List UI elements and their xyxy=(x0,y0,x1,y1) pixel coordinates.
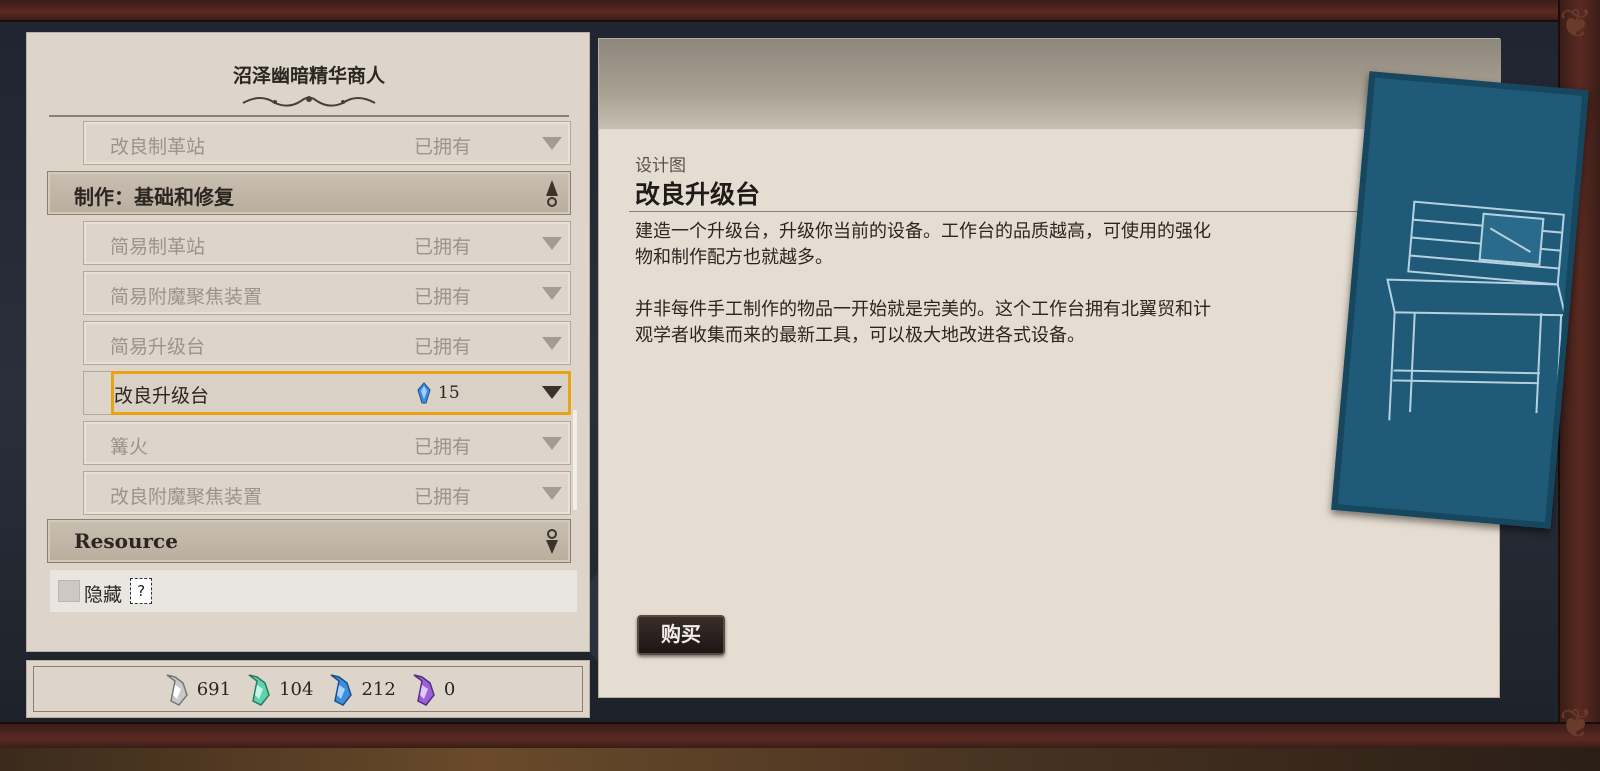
currency-item: 0 xyxy=(408,671,455,707)
owned-status: 已拥有 xyxy=(414,336,472,358)
frame-corner-ornament: ❦ xyxy=(1559,701,1593,747)
blueprint-illustration xyxy=(1331,71,1589,529)
currency-value: 691 xyxy=(196,678,232,700)
item-name: 简易升级台 xyxy=(110,336,206,358)
frame-top xyxy=(0,0,1600,22)
owned-status: 已拥有 xyxy=(414,236,472,258)
blueprint-list: 改良制革站 已拥有 制作：基础和修复 简易制革站 已拥有 简易附魔聚焦装置 已拥… xyxy=(47,121,575,565)
owned-status: 已拥有 xyxy=(414,286,472,308)
list-item[interactable]: 篝火 已拥有 xyxy=(83,421,571,465)
owned-status: 已拥有 xyxy=(414,436,472,458)
game-scene-strip xyxy=(0,748,1600,771)
owned-status: 已拥有 xyxy=(414,136,472,158)
expand-arrow-icon[interactable] xyxy=(542,337,562,350)
item-name: 篝火 xyxy=(110,436,149,458)
currency-item: 691 xyxy=(161,671,231,707)
item-name: 改良升级台 xyxy=(114,385,210,407)
frame-bottom xyxy=(0,722,1600,748)
item-name: 简易制革站 xyxy=(110,236,206,258)
currency-value: 104 xyxy=(279,678,314,700)
hide-owned-row: 隐藏 ? xyxy=(50,570,577,612)
merchant-title: 沼泽幽暗精华商人 xyxy=(232,65,385,87)
buy-button[interactable]: 购买 xyxy=(637,615,725,655)
currency-value: 212 xyxy=(361,678,396,700)
blue-essence-icon xyxy=(331,674,353,706)
item-name: 改良制革站 xyxy=(110,136,206,158)
item-name: 简易附魔聚焦装置 xyxy=(110,286,263,308)
category-resource[interactable]: Resource xyxy=(47,519,571,563)
owned-status: 已拥有 xyxy=(414,486,472,508)
expand-arrow-icon[interactable] xyxy=(542,137,562,150)
item-name: 改良附魔聚焦装置 xyxy=(110,486,263,508)
currency-bar: 691 104 212 0 xyxy=(26,660,590,718)
expand-arrow-icon[interactable] xyxy=(542,386,562,399)
title-divider xyxy=(49,115,569,117)
currency-item: 212 xyxy=(325,671,396,707)
collapse-arrow-icon[interactable] xyxy=(542,178,562,208)
list-item[interactable]: 简易升级台 已拥有 xyxy=(83,321,571,365)
expand-arrow-icon[interactable] xyxy=(542,487,562,500)
price-value: 15 xyxy=(438,383,460,403)
list-item[interactable]: 改良制革站 已拥有 xyxy=(83,121,571,165)
list-item[interactable]: 简易制革站 已拥有 xyxy=(83,221,571,265)
item-price: 15 xyxy=(416,382,460,404)
help-icon[interactable]: ? xyxy=(130,578,152,604)
hide-checkbox[interactable] xyxy=(58,580,80,602)
expand-arrow-icon[interactable] xyxy=(542,437,562,450)
category-crafting-basic[interactable]: 制作：基础和修复 xyxy=(47,171,571,215)
currency-item: 104 xyxy=(243,671,313,707)
merchant-panel: 沼泽幽暗精华商人 改良制革站 已拥有 制作：基础和修复 简易制革站 已拥有 简易… xyxy=(26,32,590,652)
description-paragraph: 建造一个升级台，升级你当前的设备。工作台的品质越高，可使用的强化物和制作配方也就… xyxy=(635,221,1211,268)
white-essence-icon xyxy=(166,674,188,706)
category-label: Resource xyxy=(74,529,178,553)
green-essence-icon xyxy=(248,674,270,706)
blue-essence-icon xyxy=(417,382,431,404)
purple-essence-icon xyxy=(413,674,435,706)
hide-label: 隐藏 xyxy=(84,584,123,606)
list-item[interactable]: 改良附魔聚焦装置 已拥有 xyxy=(83,471,571,515)
frame-corner-ornament: ❦ xyxy=(1559,1,1593,47)
expand-arrow-icon[interactable] xyxy=(542,237,562,250)
currency-value: 0 xyxy=(443,678,456,700)
detail-divider xyxy=(629,211,1371,212)
list-scrollbar[interactable] xyxy=(573,410,577,510)
expand-arrow-icon[interactable] xyxy=(542,526,562,556)
list-item[interactable]: 简易附魔聚焦装置 已拥有 xyxy=(83,271,571,315)
expand-arrow-icon[interactable] xyxy=(542,287,562,300)
workbench-sketch-icon xyxy=(1386,200,1567,421)
list-item-selected[interactable]: 改良升级台 15 xyxy=(111,371,571,415)
currency-list: 691 104 212 0 xyxy=(33,666,583,712)
blueprint-type: 设计图 xyxy=(635,156,686,176)
blueprint-name: 改良升级台 xyxy=(635,180,761,209)
title-ornament xyxy=(242,96,376,107)
selected-row-stub xyxy=(83,371,113,415)
category-label: 制作：基础和修复 xyxy=(74,185,234,209)
blueprint-description: 建造一个升级台，升级你当前的设备。工作台的品质越高，可使用的强化物和制作配方也就… xyxy=(635,219,1227,375)
description-paragraph: 并非每件手工制作的物品一开始就是完美的。这个工作台拥有北翼贸和计观学者收集而来的… xyxy=(635,299,1211,346)
